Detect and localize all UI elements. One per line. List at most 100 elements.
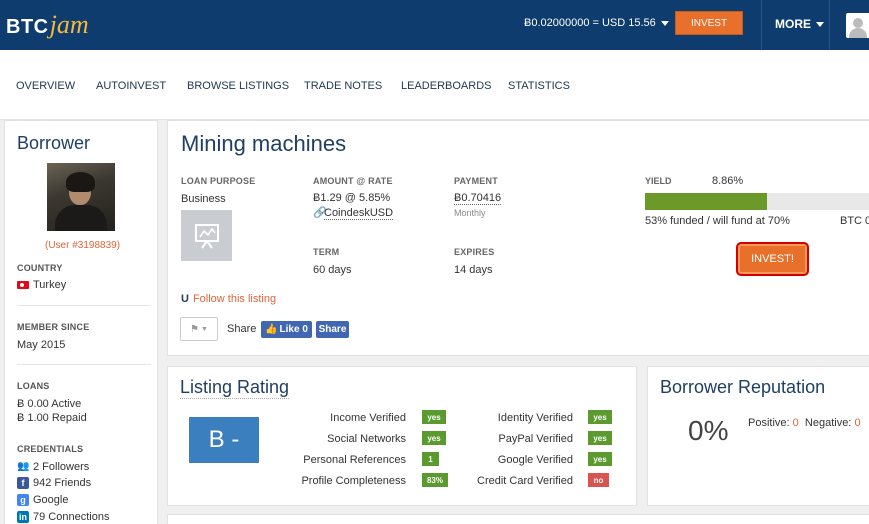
amount-rate-value: Ƀ1.29 @ 5.85% xyxy=(313,192,391,204)
user-avatar[interactable] xyxy=(846,13,869,38)
google-icon: g xyxy=(17,494,29,507)
negative-label: Negative: xyxy=(804,417,852,429)
borrower-reputation-title: Borrower Reputation xyxy=(660,377,826,397)
top-bar: BTC jam Ƀ0.02000000 = USD 15.56 INVEST M… xyxy=(0,0,869,50)
credit-grade-badge: B - xyxy=(189,417,259,463)
nav-statistics[interactable]: STATISTICS xyxy=(508,80,570,92)
payment-value: Ƀ0.70416 xyxy=(454,192,502,205)
btc-amount-text: BTC 0 xyxy=(840,215,869,227)
loans-repaid: Ƀ 1.00 Repaid xyxy=(17,412,87,424)
positive-label: Positive: xyxy=(748,417,790,429)
flag-dropdown-button[interactable]: ⚑ ▼ xyxy=(180,317,218,341)
payment-frequency: Monthly xyxy=(454,208,486,218)
positive-count: 0 xyxy=(792,417,799,429)
credit-card-verified-label: Credit Card Verified xyxy=(477,475,573,487)
loan-purpose-label: LOAN PURPOSE xyxy=(181,176,256,186)
exchange-rate-dropdown[interactable]: Ƀ0.02000000 = USD 15.56 xyxy=(524,17,669,29)
thumbs-up-icon: 👍 xyxy=(265,324,278,335)
paypal-verified-badge: yes xyxy=(588,431,612,445)
exchange-rate-text: Ƀ0.02000000 = USD 15.56 xyxy=(524,17,656,29)
negative-count: 0 xyxy=(854,417,861,429)
expires-label: EXPIRES xyxy=(454,247,495,257)
term-label: TERM xyxy=(313,247,340,257)
follow-listing-text: Follow this listing xyxy=(192,293,277,305)
magnet-icon: U xyxy=(181,293,189,305)
personal-references-badge: 1 xyxy=(422,452,439,466)
payment-label: PAYMENT xyxy=(454,176,498,186)
follow-listing-link[interactable]: U Follow this listing xyxy=(181,293,276,305)
listing-rating-title: Listing Rating xyxy=(180,377,290,399)
identity-verified-badge: yes xyxy=(588,410,612,424)
photo-hair-shape xyxy=(66,172,95,192)
facebook-share-button[interactable]: Share xyxy=(316,321,349,338)
turkey-flag-icon xyxy=(17,281,29,290)
logo-btc-text: BTC xyxy=(6,16,49,38)
funded-status-text: 53% funded / will fund at 70% xyxy=(645,215,790,227)
btcjam-logo[interactable]: BTC jam xyxy=(6,10,89,40)
income-verified-badge: yes xyxy=(422,410,446,424)
reputation-percent: 0% xyxy=(688,415,729,446)
credential-linkedin-text: 79 Connections xyxy=(33,511,110,523)
logo-jam-text: jam xyxy=(49,10,89,39)
next-section-card xyxy=(167,514,869,524)
credential-followers-text: 2 Followers xyxy=(33,461,90,473)
users-icon: 👥 xyxy=(17,461,30,473)
nav-leaderboards[interactable]: LEADERBOARDS xyxy=(401,80,491,92)
borrower-user-link[interactable]: (User #3198839) xyxy=(45,240,120,251)
credential-google-text: Google xyxy=(33,494,69,506)
amount-rate-label: AMOUNT @ RATE xyxy=(313,176,393,186)
funding-progress-fill xyxy=(645,193,767,210)
borrower-title: Borrower xyxy=(17,133,91,153)
facebook-icon: f xyxy=(17,477,29,490)
flag-icon: ⚑ xyxy=(190,323,200,335)
credential-followers[interactable]: 👥 2 Followers xyxy=(17,461,89,473)
invest-now-button[interactable]: INVEST! xyxy=(736,242,809,276)
profile-completeness-label: Profile Completeness xyxy=(301,475,406,487)
borrower-photo[interactable] xyxy=(47,163,115,231)
term-value: 60 days xyxy=(313,264,352,276)
credential-google[interactable]: g Google xyxy=(17,494,69,507)
business-presentation-icon xyxy=(181,210,232,261)
avatar-head-shape xyxy=(853,18,863,28)
nav-overview[interactable]: OVERVIEW xyxy=(16,80,75,92)
more-label: MORE xyxy=(775,17,811,31)
profile-completeness-badge: 83% xyxy=(422,473,448,487)
identity-verified-label: Identity Verified xyxy=(497,412,573,424)
credential-facebook[interactable]: f 942 Friends xyxy=(17,477,92,490)
reputation-counts: Positive: 0 Negative: 0 xyxy=(748,417,861,429)
facebook-like-button[interactable]: 👍 Like 0 xyxy=(261,321,312,338)
coindesk-link[interactable]: 🔗CoindeskUSD xyxy=(313,206,394,220)
header-divider xyxy=(761,0,762,50)
sidebar-divider xyxy=(17,305,151,306)
nav-autoinvest[interactable]: AUTOINVEST xyxy=(96,80,166,92)
paypal-verified-label: PayPal Verified xyxy=(498,433,573,445)
credentials-label: CREDENTIALS xyxy=(17,444,84,454)
nav-trade-notes[interactable]: TRADE NOTES xyxy=(304,80,382,92)
listing-rating-card: Listing Rating B - Income Verified yes S… xyxy=(167,366,637,506)
country-value: Turkey xyxy=(17,279,66,291)
nav-browse-listings[interactable]: BROWSE LISTINGS xyxy=(187,80,289,92)
member-since-value: May 2015 xyxy=(17,339,66,351)
country-label: COUNTRY xyxy=(17,263,63,273)
main-nav: OVERVIEW AUTOINVEST BROWSE LISTINGS TRAD… xyxy=(0,50,869,120)
funding-progress-bar xyxy=(645,193,869,210)
share-label: Share xyxy=(227,323,257,335)
expires-value: 14 days xyxy=(454,264,493,276)
income-verified-label: Income Verified xyxy=(330,412,406,424)
fb-like-text: Like 0 xyxy=(279,324,308,335)
more-menu[interactable]: MORE xyxy=(775,17,824,31)
header-divider xyxy=(829,0,830,50)
header-invest-button[interactable]: INVEST xyxy=(675,11,743,35)
google-verified-label: Google Verified xyxy=(497,454,573,466)
coindesk-link-text: CoindeskUSD xyxy=(324,207,394,220)
borrower-reputation-card: Borrower Reputation 0% Positive: 0 Negat… xyxy=(647,366,869,506)
social-networks-label: Social Networks xyxy=(327,433,406,445)
credential-linkedin[interactable]: in 79 Connections xyxy=(17,511,110,524)
borrower-card: Borrower (User #3198839) COUNTRY Turkey … xyxy=(4,120,158,524)
link-icon: 🔗 xyxy=(313,207,327,219)
credential-facebook-text: 942 Friends xyxy=(33,477,92,489)
chevron-down-icon xyxy=(660,20,669,26)
loans-label: LOANS xyxy=(17,381,50,391)
loan-title: Mining machines xyxy=(181,131,347,156)
payment-value-wrap: Ƀ0.70416 xyxy=(454,192,502,205)
